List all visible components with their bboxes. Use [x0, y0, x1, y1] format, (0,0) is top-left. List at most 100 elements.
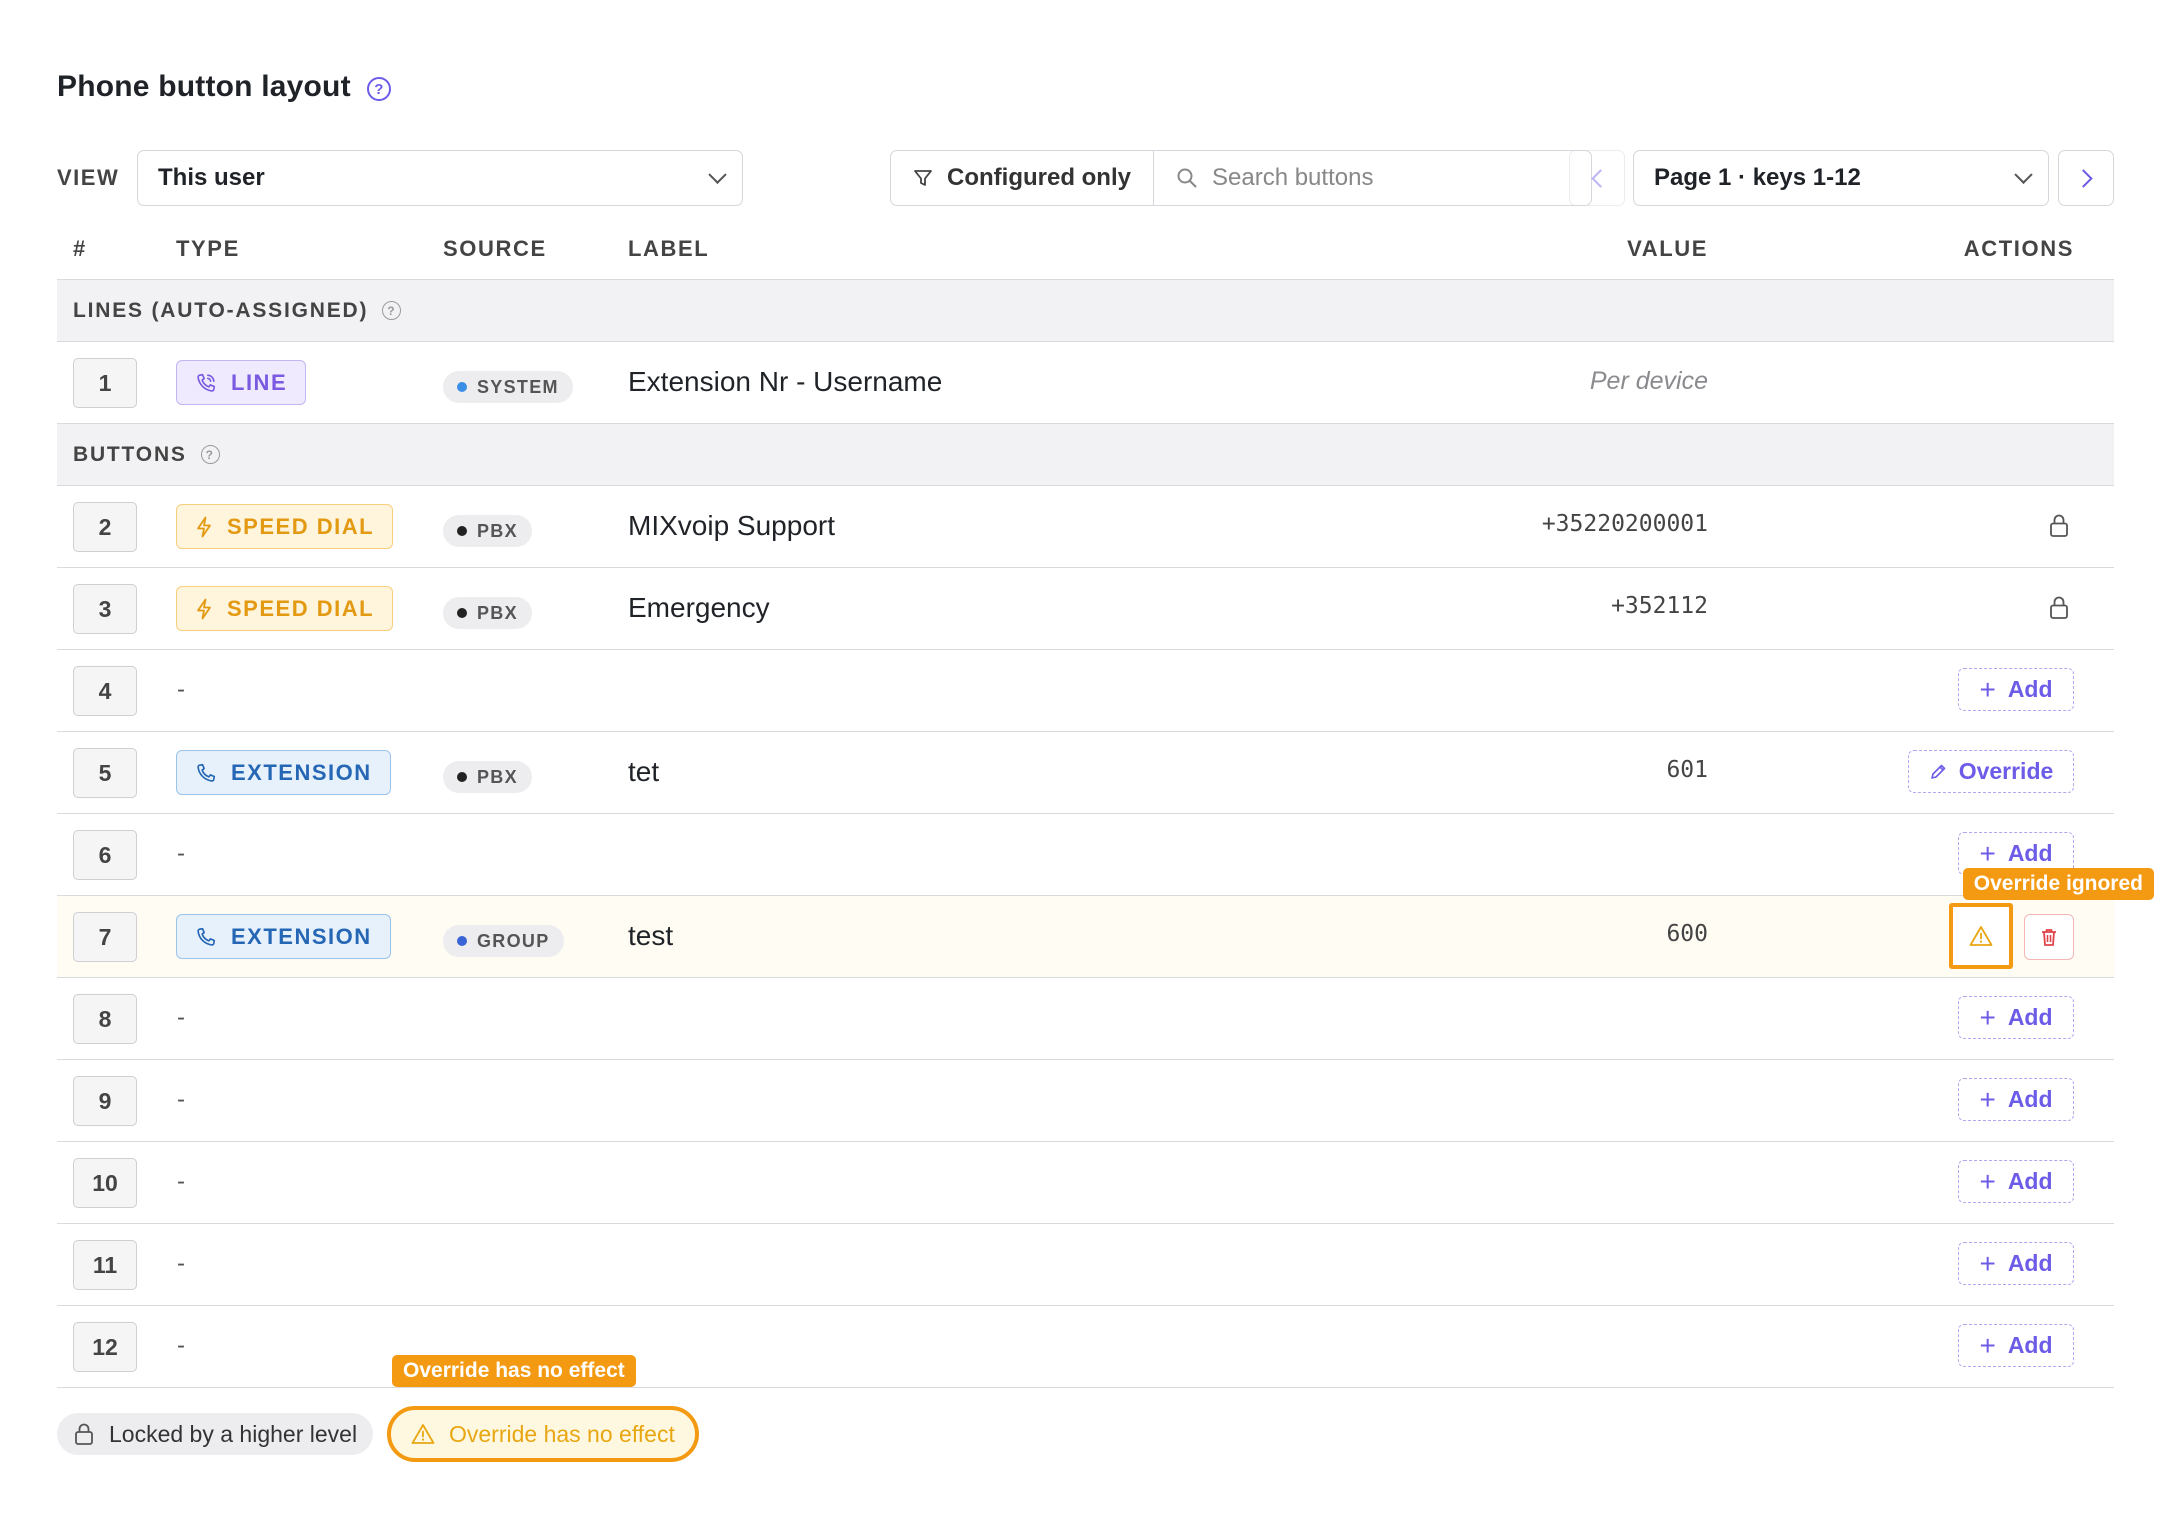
type-label: LINE	[231, 369, 288, 395]
type-badge: EXTENSION	[176, 750, 391, 795]
column-header-actions: ACTIONS	[1963, 236, 2074, 261]
key-number: 4	[73, 666, 137, 716]
add-button-label: Add	[2007, 1332, 2053, 1358]
empty-placeholder: -	[177, 1004, 185, 1031]
add-button-label: Add	[2007, 840, 2053, 866]
section-header-buttons: BUTTONS ?	[57, 424, 2114, 486]
table-row[interactable]: 5 EXTENSION PBX tet 601 Override	[57, 732, 2114, 814]
table-row[interactable]: 11 - + Add	[57, 1224, 2114, 1306]
table-row-line-1[interactable]: 1 LINE SYSTEM Extension Nr - Username Pe…	[57, 342, 2114, 424]
add-button[interactable]: + Add	[1958, 1160, 2074, 1203]
search-placeholder: Search buttons	[1212, 164, 1374, 191]
source-dot-icon	[457, 772, 467, 782]
source-label: PBX	[477, 602, 518, 623]
add-button[interactable]: + Add	[1958, 668, 2074, 711]
plus-icon: +	[1979, 1247, 1996, 1279]
phone-line-icon	[197, 373, 216, 392]
table-header: # TYPE SOURCE LABEL VALUE ACTIONS	[57, 208, 2114, 280]
table-row[interactable]: 6 - + Add	[57, 814, 2114, 896]
add-button-label: Add	[2007, 676, 2053, 702]
source-dot-icon	[457, 526, 467, 536]
type-label: SPEED DIAL	[227, 595, 375, 621]
source-label: PBX	[477, 766, 518, 787]
row-value: +35220200001	[1541, 511, 1708, 537]
section-lines-title: LINES (AUTO-ASSIGNED)	[73, 298, 369, 322]
add-button[interactable]: + Add	[1958, 996, 2074, 1039]
type-label: EXTENSION	[231, 923, 372, 949]
legend-locked-label: Locked by a higher level	[109, 1420, 358, 1447]
legend-no-effect-label: Override has no effect	[449, 1420, 675, 1447]
chevron-left-icon	[1590, 168, 1610, 188]
page-title: Phone button layout	[57, 70, 351, 103]
key-number: 2	[73, 502, 137, 552]
next-page-button[interactable]	[2058, 150, 2114, 206]
table-row[interactable]: 7 EXTENSION GROUP test 600 Override ignored	[57, 868, 2154, 978]
filter-group: Configured only Search buttons	[890, 150, 1592, 206]
plus-icon: +	[1979, 837, 1996, 869]
table-row[interactable]: 12 - + Add	[57, 1306, 2114, 1388]
lock-icon	[2050, 514, 2068, 537]
key-number: 10	[73, 1158, 137, 1208]
add-button[interactable]: + Add	[1958, 1242, 2074, 1285]
view-select-value: This user	[158, 164, 265, 191]
override-ignored-warning-button[interactable]	[1949, 903, 2013, 969]
page-select[interactable]: Page 1 · keys 1-12	[1633, 150, 2049, 206]
add-button[interactable]: + Add	[1958, 1078, 2074, 1121]
chevron-down-icon	[2014, 165, 2033, 184]
previous-page-button[interactable]	[1569, 150, 1625, 206]
empty-placeholder: -	[177, 840, 185, 867]
help-icon[interactable]: ?	[382, 301, 402, 320]
warning-icon	[411, 1424, 435, 1444]
plus-icon: +	[1979, 1083, 1996, 1115]
help-icon[interactable]: ?	[366, 77, 391, 101]
search-icon	[1177, 168, 1197, 188]
table-row[interactable]: 3 SPEED DIAL PBX Emergency +352112	[57, 568, 2114, 650]
trash-icon	[2042, 929, 2056, 946]
legend: Locked by a higher level Override has no…	[57, 1355, 2114, 1488]
warning-icon	[1969, 926, 1993, 946]
add-button-label: Add	[2007, 1250, 2053, 1276]
phone-button-layout-page: Phone button layout ? VIEW This user Con…	[57, 62, 2154, 1488]
add-button-label: Add	[2007, 1004, 2053, 1030]
help-icon[interactable]: ?	[200, 445, 220, 464]
add-button[interactable]: + Add	[1958, 1324, 2074, 1367]
search-input[interactable]: Search buttons	[1154, 151, 1591, 205]
table-row[interactable]: 4 - + Add	[57, 650, 2114, 732]
row-value: Per device	[1589, 367, 1708, 395]
lightning-icon	[197, 516, 211, 537]
legend-locked-chip: Locked by a higher level	[57, 1413, 374, 1455]
plus-icon: +	[1979, 673, 1996, 705]
pencil-icon	[1930, 764, 1945, 779]
configured-only-filter-button[interactable]: Configured only	[891, 151, 1154, 205]
key-number: 1	[73, 358, 137, 408]
key-number: 7	[73, 912, 137, 962]
section-buttons-title: BUTTONS	[73, 442, 187, 466]
legend-no-effect-chip: Override has no effect	[387, 1406, 699, 1462]
row-label: test	[628, 920, 674, 951]
locked-indicator	[2048, 513, 2070, 543]
key-number: 9	[73, 1076, 137, 1126]
key-number: 3	[73, 584, 137, 634]
delete-button[interactable]	[2024, 914, 2074, 960]
view-label: VIEW	[57, 165, 120, 190]
lock-icon	[75, 1423, 93, 1445]
empty-placeholder: -	[177, 676, 185, 703]
source-badge: PBX	[443, 761, 532, 793]
override-ignored-tooltip: Override ignored	[1962, 868, 2154, 900]
plus-icon: +	[1979, 1165, 1996, 1197]
table-row[interactable]: 10 - + Add	[57, 1142, 2114, 1224]
table-row[interactable]: 2 SPEED DIAL PBX MIXvoip Support +3522020000…	[57, 486, 2114, 568]
override-button[interactable]: Override	[1908, 750, 2074, 793]
source-dot-icon	[457, 936, 467, 946]
section-header-lines: LINES (AUTO-ASSIGNED) ?	[57, 280, 2114, 342]
filter-icon	[914, 170, 932, 186]
view-select[interactable]: This user	[137, 150, 743, 206]
table-row[interactable]: 9 - + Add	[57, 1060, 2114, 1142]
locked-indicator	[2048, 595, 2070, 625]
type-badge: SPEED DIAL	[176, 586, 394, 631]
lightning-icon	[197, 598, 211, 619]
row-value: +352112	[1611, 593, 1708, 619]
type-label: EXTENSION	[231, 759, 372, 785]
type-badge-line: LINE	[176, 360, 307, 405]
table-row[interactable]: 8 - + Add	[57, 978, 2114, 1060]
